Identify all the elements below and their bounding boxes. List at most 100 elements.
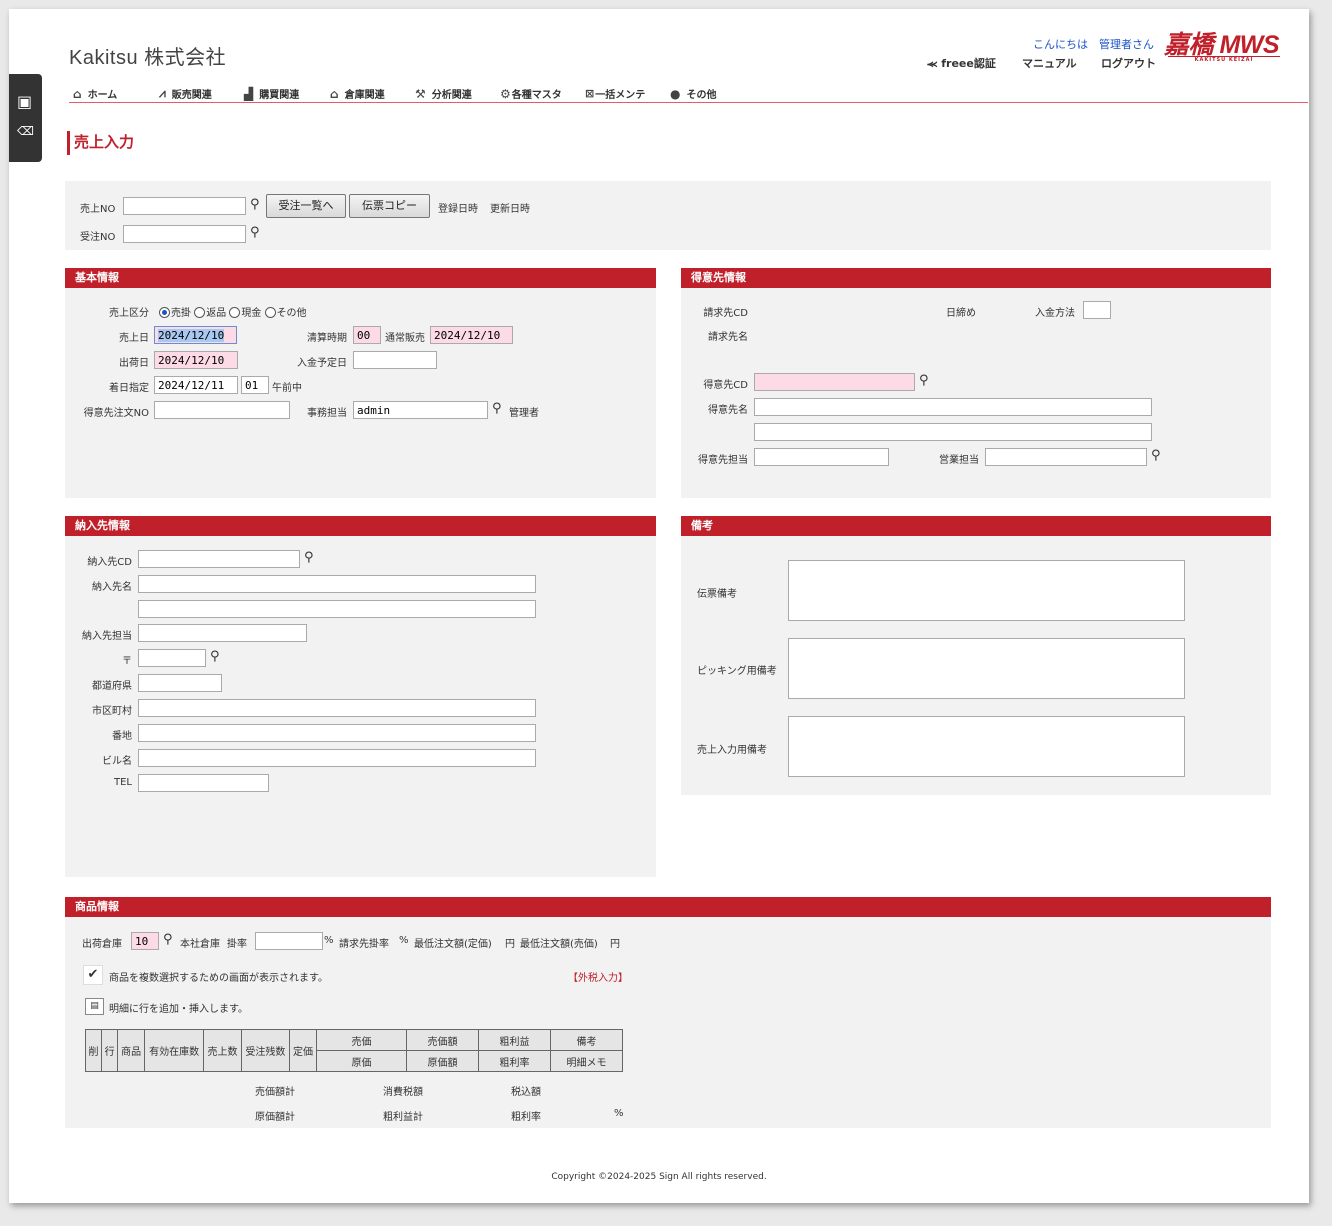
sales-staff-label: 営業担当 [939,455,979,466]
total-incl-label: 税込額 [511,1087,541,1098]
building-input[interactable] [138,749,536,767]
slip-copy-button[interactable]: 伝票コピー [349,194,430,218]
customer-name2-input[interactable] [754,423,1152,441]
nav-label: 倉庫関連 [344,90,385,101]
customer-cd-input[interactable] [754,373,915,391]
tax-mode: 【外税入力】 [568,973,628,984]
copyright: Copyright ©2024-2025 Sign All rights res… [551,1172,767,1182]
search-icon[interactable]: ⚲ [163,932,173,947]
brand-logo[interactable]: 嘉橋 MWS KAKITSU KEIZAI [1164,31,1282,69]
multi-select-link[interactable]: 商品を複数選択するための画面が表示されます。 [109,969,328,984]
user-name-link[interactable]: 管理者さん [1099,36,1154,52]
total-profit-label: 粗利益計 [383,1112,423,1123]
col-qty: 売上数 [203,1029,242,1072]
updated-at-label: 更新日時 [490,204,530,215]
sales-date-input[interactable]: 2024/12/10 [154,326,237,344]
col-sale-amount: 売価額 [406,1029,479,1051]
delivery-staff-input[interactable] [138,624,307,642]
company-name: Kakitsu 株式会社 [69,47,227,69]
nav-analysis[interactable]: ⚒ 分析関連 [415,86,472,102]
manual-link[interactable]: マニュアル [1022,55,1077,71]
add-row-link[interactable]: 明細に行を追加・挿入します。 [109,1000,248,1015]
nav-label: ホーム [87,90,118,101]
radio-cash[interactable]: 現金 [229,307,261,319]
delivery-name2-input[interactable] [138,600,536,618]
freee-auth-link[interactable]: ⪻ freee認証 [927,55,996,71]
order-no-input[interactable] [123,225,246,243]
search-icon[interactable]: ⚲ [250,197,260,212]
sales-no-label: 売上NO [80,204,116,215]
search-icon[interactable]: ⚲ [210,649,220,664]
tel-label: TEL [114,777,132,788]
customer-order-input[interactable] [154,401,290,419]
office-staff-input[interactable]: admin [353,401,488,419]
settle-date-input[interactable]: 2024/12/10 [430,326,513,344]
ship-date-input[interactable]: 2024/12/10 [154,351,238,369]
search-icon[interactable]: ⚲ [1151,448,1161,463]
clear-icon[interactable]: ⌫ [17,124,34,138]
radio-return[interactable]: 返品 [194,307,226,319]
nav-bulk[interactable]: ⊠ 一括メンテ [585,86,645,101]
payment-method-input[interactable] [1083,301,1111,319]
notes-panel: 備考 伝票備考 ピッキング用備考 売上入力用備考 [681,516,1271,795]
sales-no-input[interactable] [123,197,246,215]
save-icon[interactable]: ▣ [17,92,32,111]
tel-input[interactable] [138,774,269,792]
billing-rate-label: 請求先掛率 [339,939,389,950]
order-no-label: 受注NO [80,232,116,243]
sales-note-textarea[interactable] [788,716,1185,777]
address-input[interactable] [138,724,536,742]
col-cost-amount: 原価額 [406,1050,479,1072]
rate-input[interactable] [255,932,323,950]
search-icon[interactable]: ⚲ [919,373,929,388]
nav-master[interactable]: ⚙ 各種マスタ [500,86,562,102]
zip-label: 〒 [122,656,132,667]
slip-note-textarea[interactable] [788,560,1185,621]
city-input[interactable] [138,699,536,717]
nav-warehouse[interactable]: ⌂ 倉庫関連 [330,86,385,102]
col-sale-price: 売価 [316,1029,407,1051]
prefecture-input[interactable] [138,674,222,692]
sales-date-label: 売上日 [119,333,149,344]
col-profit: 粗利益 [478,1029,551,1051]
col-list-price: 定価 [289,1029,317,1072]
arrival-code-input[interactable]: 01 [241,376,269,394]
basic-info-panel: 基本情報 売上区分 売掛 返品 現金 その他 売上日 2024/12/10 清算… [65,268,656,498]
billing-name-label: 請求先名 [708,332,748,343]
main-nav: ⌂ ホーム ⩘ 販売関連 ▟ 購買関連 ⌂ 倉庫関連 ⚒ 分析関連 ⚙ 各種マスタ ⊠ 一括メ… [69,83,1308,103]
search-icon[interactable]: ⚲ [250,225,260,240]
payment-date-input[interactable] [353,351,437,369]
logout-link[interactable]: ログアウト [1101,55,1156,71]
arrival-time-name: 午前中 [272,383,302,394]
payment-date-label: 入金予定日 [297,358,347,369]
nav-sales[interactable]: ⩘ 販売関連 [159,86,212,101]
add-row-icon[interactable]: ▤ [85,998,104,1015]
radio-other[interactable]: その他 [264,307,307,319]
order-list-button[interactable]: 受注一覧へ [266,194,346,218]
arrival-date-input[interactable]: 2024/12/11 [154,376,238,394]
radio-credit[interactable]: 売掛 [159,307,191,319]
ship-date-label: 出荷日 [119,358,149,369]
customer-cd-label: 得意先CD [703,380,748,391]
nav-home[interactable]: ⌂ ホーム [73,86,118,102]
picking-note-textarea[interactable] [788,638,1185,699]
delivery-cd-input[interactable] [138,550,300,568]
col-backorder: 受注残数 [240,1029,291,1072]
search-icon[interactable]: ⚲ [304,550,314,565]
sales-staff-input[interactable] [985,448,1147,466]
product-info-header: 商品情報 [65,897,1271,917]
warehouse-code-input[interactable]: 10 [131,932,159,950]
payment-method-label: 入金方法 [1035,308,1075,319]
logo-main: 嘉橋 MWS [1164,31,1280,59]
total-tax-label: 消費税額 [383,1087,423,1098]
customer-staff-input[interactable] [754,448,889,466]
nav-purchase[interactable]: ▟ 購買関連 [244,86,299,102]
delivery-name-input[interactable] [138,575,536,593]
customer-name-input[interactable] [754,398,1152,416]
search-icon[interactable]: ⚲ [492,401,502,416]
zip-input[interactable] [138,649,206,667]
settle-code-input[interactable]: 00 [353,326,381,344]
multi-select-check-icon[interactable]: ✔ [83,965,103,985]
nav-other[interactable]: ● その他 [670,86,716,102]
billing-rate-percent: % [399,935,409,946]
